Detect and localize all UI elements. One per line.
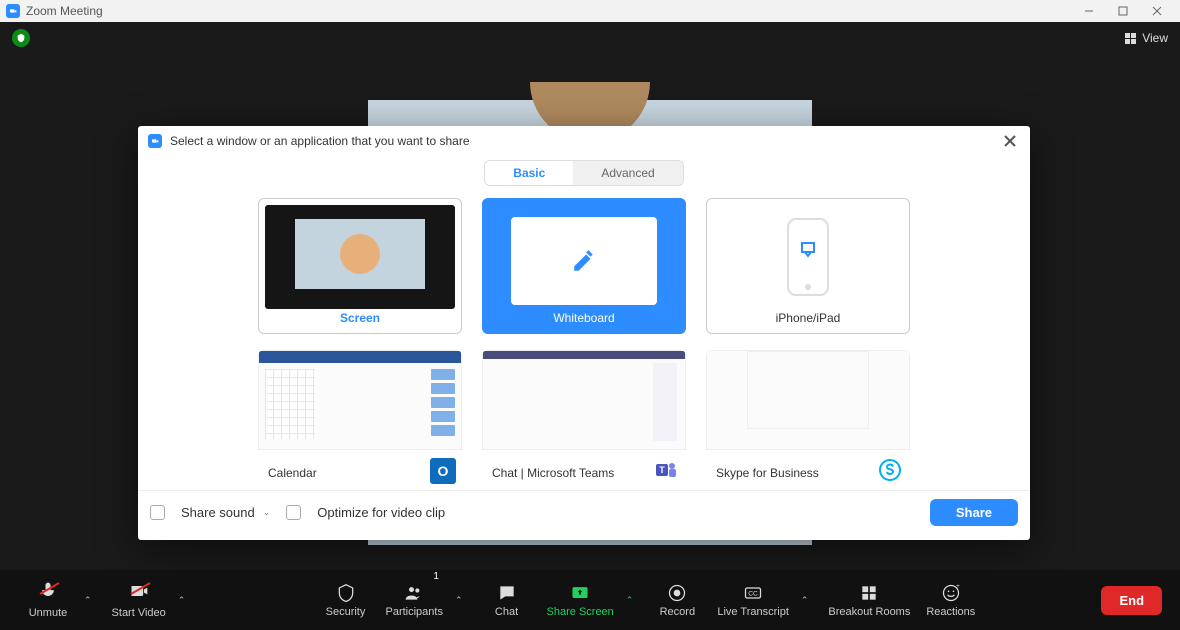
dialog-title: Select a window or an application that y… xyxy=(170,134,470,148)
microphone-muted-icon xyxy=(38,581,58,604)
end-meeting-button[interactable]: End xyxy=(1101,586,1162,615)
svg-text:+: + xyxy=(956,583,960,590)
iphone-icon xyxy=(713,205,903,309)
share-screen-icon xyxy=(570,583,590,603)
teams-icon: T xyxy=(654,458,680,484)
optimize-checkbox[interactable] xyxy=(286,505,301,520)
breakout-rooms-button[interactable]: Breakout Rooms xyxy=(822,573,916,627)
live-transcript-button[interactable]: CC Live Transcript xyxy=(711,573,795,627)
breakout-rooms-icon xyxy=(859,583,879,603)
reactions-button[interactable]: + Reactions xyxy=(920,573,981,627)
share-sound-label: Share sound xyxy=(181,505,255,520)
share-option-screen[interactable]: Screen xyxy=(258,198,462,334)
view-label: View xyxy=(1142,31,1168,45)
button-label: Start Video xyxy=(112,607,166,619)
app-thumbnail xyxy=(706,350,910,450)
app-thumbnail xyxy=(258,350,462,450)
button-label: Breakout Rooms xyxy=(828,606,910,618)
share-options-caret[interactable]: ⌃ xyxy=(622,595,638,606)
encryption-shield-icon[interactable] xyxy=(12,29,30,47)
close-window-button[interactable] xyxy=(1140,0,1174,22)
camera-off-icon xyxy=(129,581,149,604)
unmute-button[interactable]: Unmute xyxy=(18,573,78,627)
button-label: Reactions xyxy=(926,606,975,618)
maximize-button[interactable] xyxy=(1106,0,1140,22)
dialog-header: Select a window or an application that y… xyxy=(138,126,1030,156)
share-button[interactable]: Share xyxy=(930,499,1018,526)
button-label: Security xyxy=(326,606,366,618)
closed-captions-icon: CC xyxy=(743,583,763,603)
audio-options-caret[interactable]: ⌃ xyxy=(80,595,96,606)
meeting-toolbar: Unmute ⌃ Start Video ⌃ Security 1 Partic… xyxy=(0,570,1180,630)
chat-icon xyxy=(497,583,517,603)
minimize-button[interactable] xyxy=(1072,0,1106,22)
share-options-grid: Screen Whiteboard iPhone/iPad xyxy=(138,196,1030,490)
app-thumbnail xyxy=(482,350,686,450)
tab-basic[interactable]: Basic xyxy=(485,161,573,185)
meeting-topstrip: View xyxy=(0,22,1180,54)
start-video-button[interactable]: Start Video xyxy=(106,573,172,627)
dialog-close-button[interactable] xyxy=(1000,131,1020,151)
share-screen-dialog: Select a window or an application that y… xyxy=(138,126,1030,540)
video-options-caret[interactable]: ⌃ xyxy=(174,595,190,606)
dialog-footer: Share sound ⌄ Optimize for video clip Sh… xyxy=(138,490,1030,534)
option-label: Screen xyxy=(259,311,461,333)
share-option-iphone-ipad[interactable]: iPhone/iPad xyxy=(706,198,910,334)
button-label: Unmute xyxy=(29,607,68,619)
button-label: Chat xyxy=(495,606,518,618)
option-label: Whiteboard xyxy=(483,311,685,333)
share-sound-dropdown[interactable]: ⌄ xyxy=(263,507,271,518)
button-label: Share Screen xyxy=(547,606,614,618)
tab-advanced[interactable]: Advanced xyxy=(573,161,682,185)
record-icon xyxy=(667,583,687,603)
record-button[interactable]: Record xyxy=(647,573,707,627)
button-label: Record xyxy=(660,606,695,618)
svg-text:CC: CC xyxy=(748,590,758,597)
view-button[interactable]: View xyxy=(1125,31,1168,45)
reactions-icon: + xyxy=(941,583,961,603)
whiteboard-icon xyxy=(511,217,657,305)
window-title: Zoom Meeting xyxy=(26,4,103,18)
participants-button[interactable]: 1 Participants xyxy=(380,573,449,627)
share-sound-checkbox[interactable] xyxy=(150,505,165,520)
security-button[interactable]: Security xyxy=(316,573,376,627)
share-option-whiteboard[interactable]: Whiteboard xyxy=(482,198,686,334)
option-label: Chat | Microsoft Teams xyxy=(492,466,614,480)
gallery-view-icon xyxy=(1125,33,1136,44)
os-titlebar: Zoom Meeting xyxy=(0,0,1180,22)
share-option-app-skype[interactable]: Skype for Business xyxy=(706,350,910,486)
participants-count: 1 xyxy=(433,571,439,582)
skype-icon xyxy=(878,458,904,484)
share-tabs: Basic Advanced xyxy=(138,156,1030,196)
share-option-app-teams[interactable]: Chat | Microsoft Teams T xyxy=(482,350,686,486)
button-label: Live Transcript xyxy=(717,606,789,618)
button-label: Participants xyxy=(386,606,443,618)
outlook-icon: O xyxy=(430,458,456,484)
option-label: iPhone/iPad xyxy=(707,311,909,333)
option-label: Skype for Business xyxy=(716,466,819,480)
screen-thumbnail xyxy=(265,205,455,309)
share-screen-button[interactable]: Share Screen xyxy=(541,573,620,627)
optimize-label: Optimize for video clip xyxy=(317,505,445,520)
shield-icon xyxy=(336,583,356,603)
zoom-app-icon xyxy=(6,4,20,18)
chat-button[interactable]: Chat xyxy=(477,573,537,627)
share-option-app-calendar[interactable]: Calendar O xyxy=(258,350,462,486)
transcript-options-caret[interactable]: ⌃ xyxy=(797,595,813,606)
option-label: Calendar xyxy=(268,466,317,480)
zoom-icon xyxy=(148,134,162,148)
participants-options-caret[interactable]: ⌃ xyxy=(451,595,467,606)
participants-icon xyxy=(404,583,424,603)
svg-text:T: T xyxy=(659,465,665,475)
meeting-area: View Select a window or an application t… xyxy=(0,22,1180,630)
